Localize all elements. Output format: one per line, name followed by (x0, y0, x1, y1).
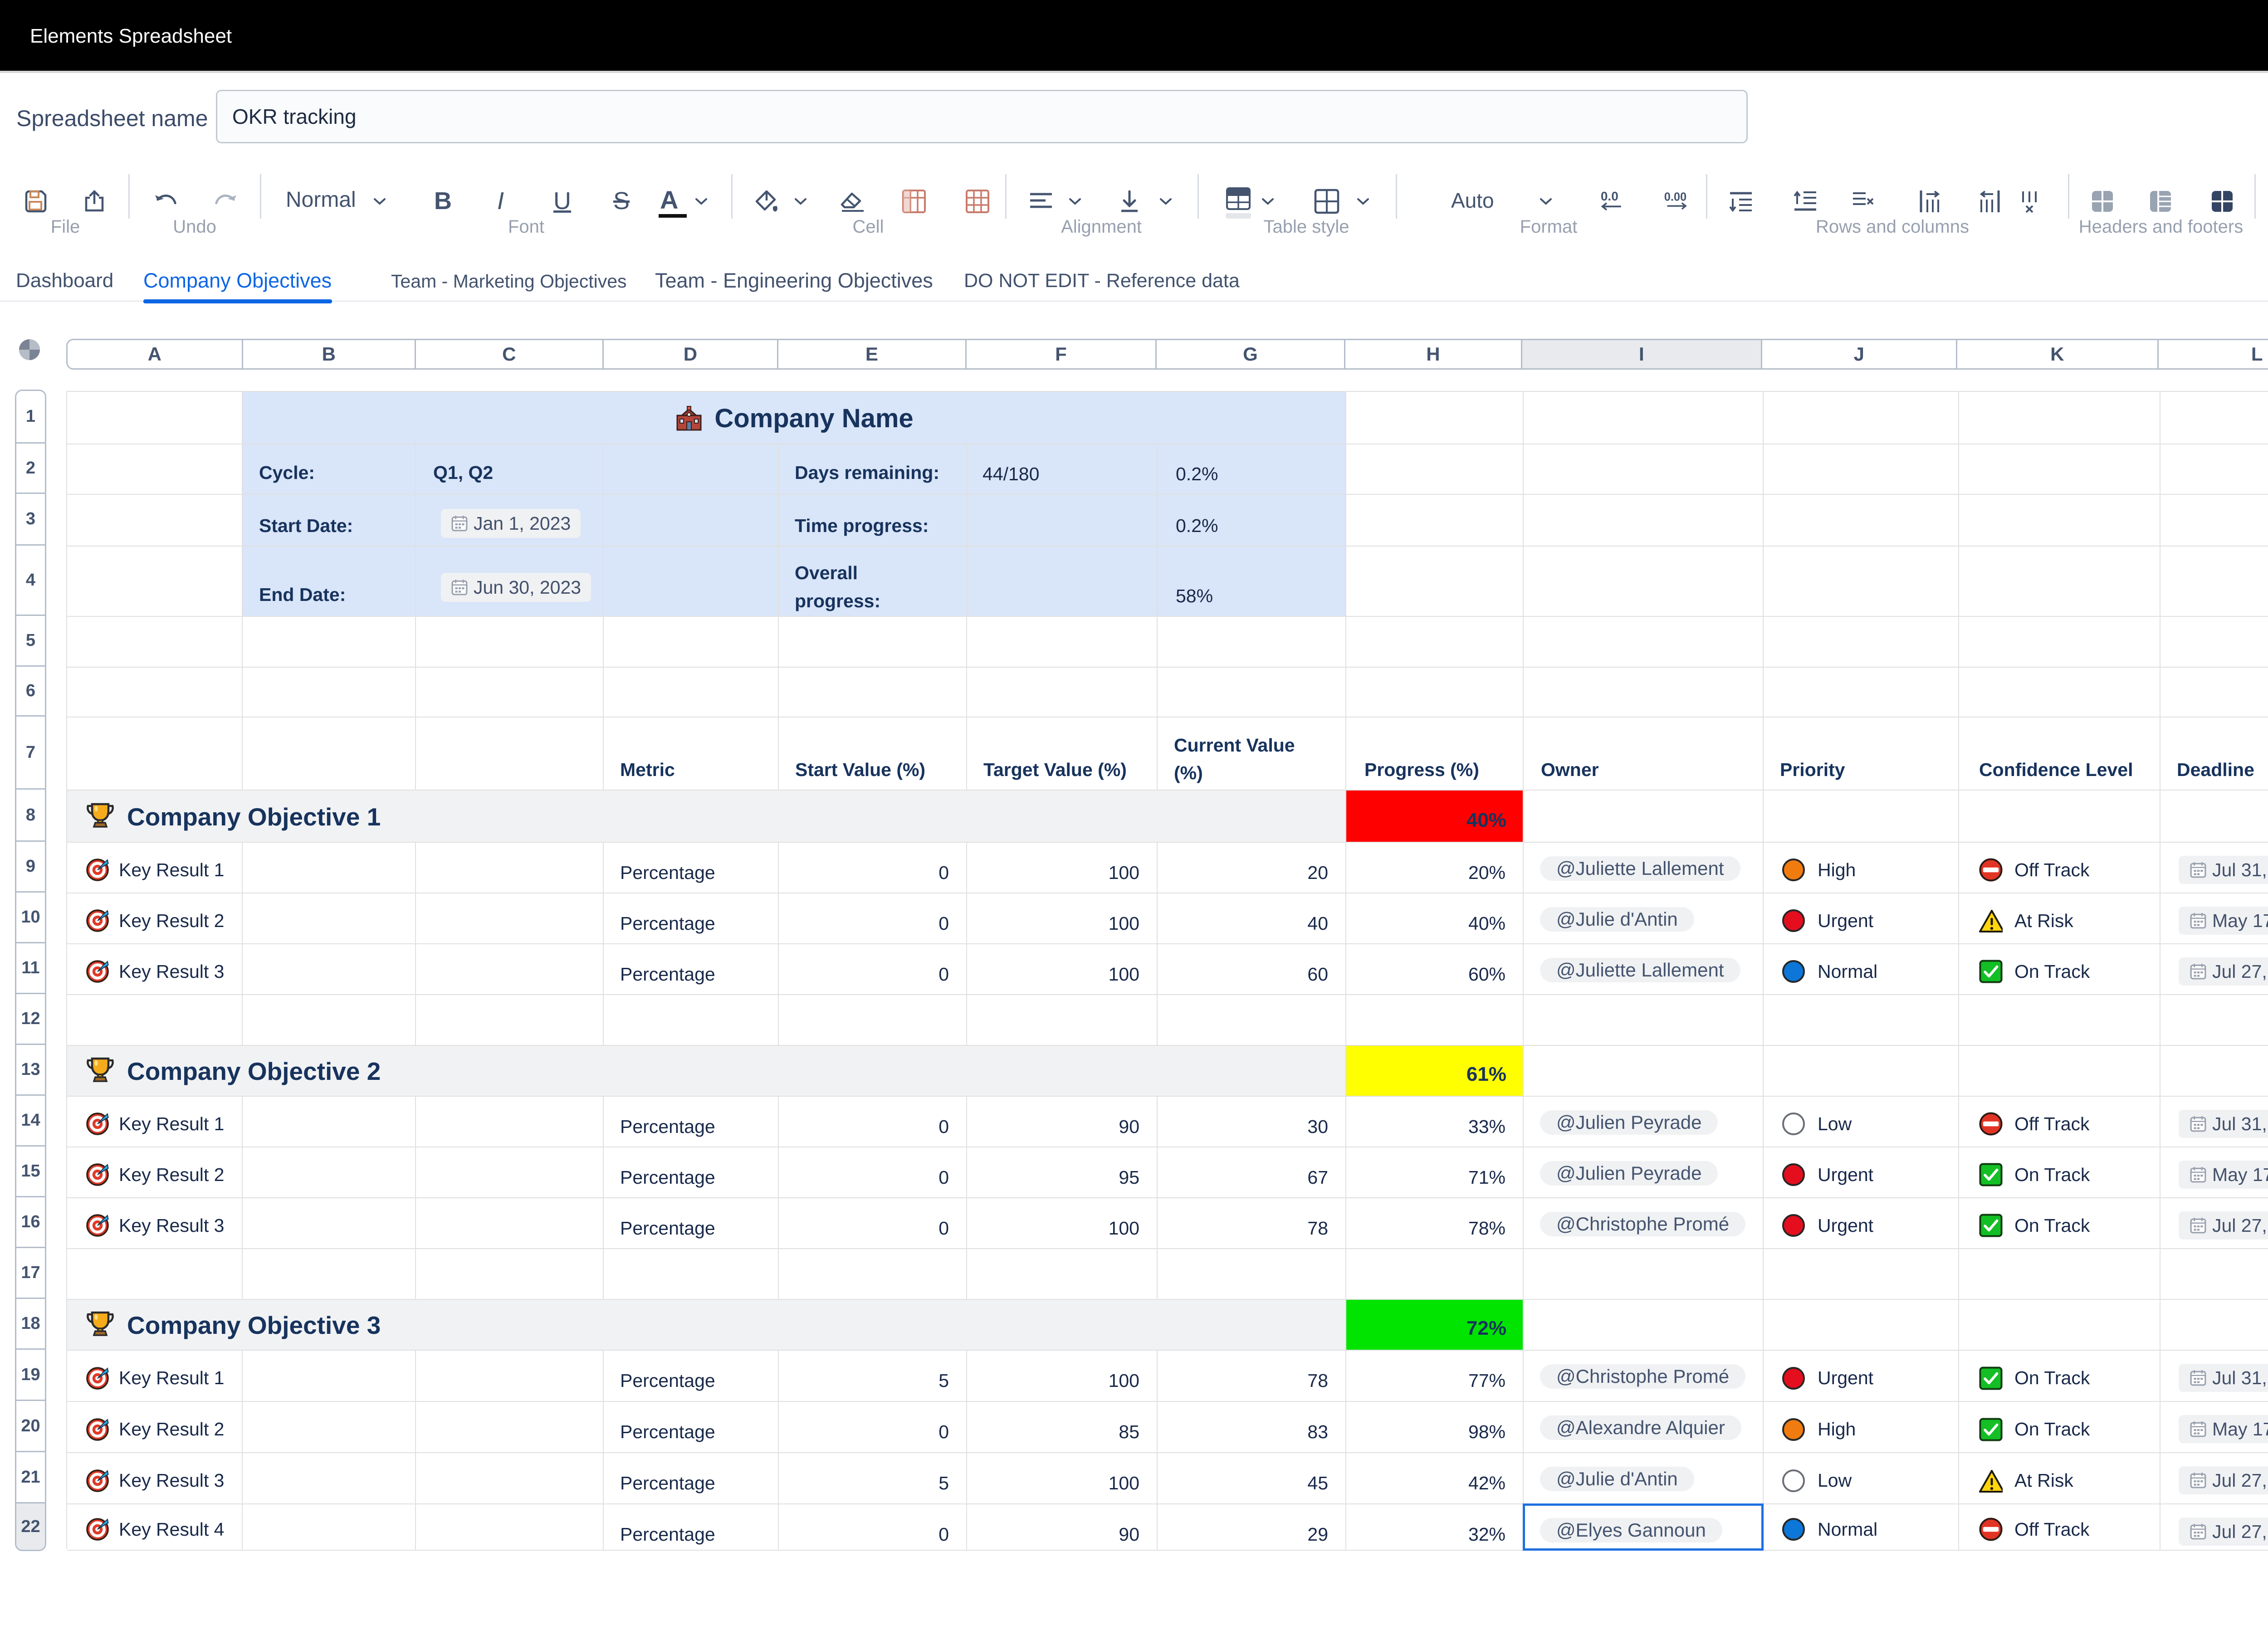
svg-text:0.0: 0.0 (1601, 189, 1618, 203)
svg-text:0.00: 0.00 (1664, 190, 1687, 203)
